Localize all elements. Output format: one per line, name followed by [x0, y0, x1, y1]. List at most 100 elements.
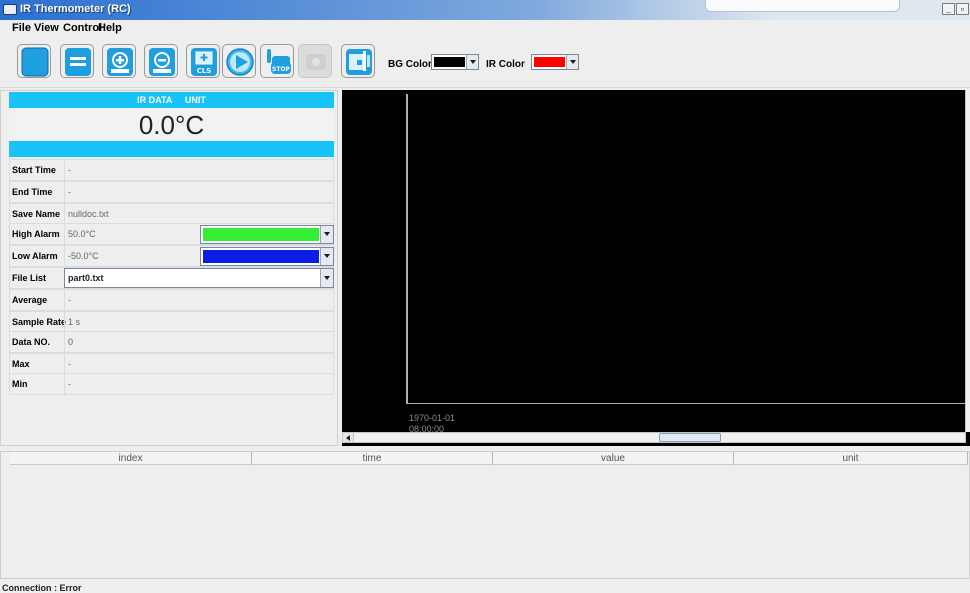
start-time-value: - — [64, 160, 334, 180]
zoom-out-button[interactable] — [144, 44, 178, 78]
sample-rate-label: Sample Rate — [12, 317, 67, 327]
disabled-tool-icon — [306, 54, 326, 70]
high-alarm-color-select[interactable] — [200, 225, 334, 244]
menu-bar: File View Control Help — [0, 20, 970, 36]
end-time-label: End Time — [12, 187, 53, 197]
max-row: Max - — [9, 353, 334, 375]
ir-data-footer-band — [9, 141, 334, 157]
column-header-index[interactable]: index — [10, 452, 252, 465]
chart-settings-button[interactable] — [341, 44, 375, 78]
low-alarm-color-swatch — [203, 250, 319, 263]
ir-color-select[interactable] — [531, 54, 579, 70]
data-table — [0, 451, 970, 579]
save-icon — [65, 48, 91, 76]
play-button[interactable] — [222, 44, 256, 78]
title-bar: IR Thermometer (RC) _ ▫ — [0, 0, 970, 20]
window-title: IR Thermometer (RC) — [20, 3, 131, 15]
column-header-value[interactable]: value — [493, 452, 734, 465]
ir-color-swatch — [534, 57, 565, 67]
column-header-unit[interactable]: unit — [734, 452, 968, 465]
chart-horizontal-scrollbar[interactable] — [342, 432, 966, 443]
start-time-label: Start Time — [12, 165, 56, 175]
max-value: - — [64, 354, 334, 374]
low-alarm-color-select[interactable] — [200, 247, 334, 266]
temperature-chart[interactable] — [342, 90, 970, 446]
zoom-in-icon — [107, 48, 133, 76]
ir-color-label: IR Color — [486, 59, 525, 70]
min-label: Min — [12, 379, 28, 389]
end-time-row: End Time - — [9, 181, 334, 203]
average-value: - — [64, 290, 334, 310]
average-label: Average — [12, 295, 48, 305]
scrollbar-thumb[interactable] — [659, 433, 721, 442]
min-value: - — [64, 374, 334, 394]
ir-data-label: IR DATA — [137, 95, 173, 105]
file-list-row: File List part0.txt — [9, 267, 334, 289]
chart-vertical-scrollbar[interactable] — [965, 90, 970, 432]
ir-data-header: IR DATA UNIT — [9, 92, 334, 108]
chart-x-tick-date: 1970-01-01 — [409, 413, 456, 423]
disabled-tool-button — [298, 44, 332, 78]
low-alarm-dropdown-arrow[interactable] — [320, 248, 333, 265]
menu-help[interactable]: Help — [98, 22, 122, 34]
chart-x-axis — [406, 403, 966, 404]
data-no-row: Data NO. 0 — [9, 331, 334, 353]
bg-color-dropdown-arrow[interactable] — [466, 55, 478, 69]
menu-control[interactable]: Control — [63, 22, 102, 34]
file-list-dropdown-arrow[interactable] — [320, 269, 333, 287]
file-list-select[interactable]: part0.txt — [64, 268, 334, 288]
data-no-value: 0 — [64, 332, 334, 352]
ir-color-dropdown-arrow[interactable] — [566, 55, 578, 69]
end-time-value: - — [64, 182, 334, 202]
file-list-value: part0.txt — [68, 273, 104, 283]
bg-color-select[interactable] — [431, 54, 479, 70]
average-row: Average - — [9, 289, 334, 311]
chevron-down-icon — [324, 254, 330, 258]
play-icon — [226, 48, 254, 76]
low-alarm-label: Low Alarm — [12, 251, 58, 261]
column-header-time[interactable]: time — [252, 452, 493, 465]
sample-rate-value: 1 s — [64, 312, 334, 332]
open-file-button[interactable] — [17, 44, 51, 78]
temperature-reading: 0.0°C — [9, 108, 334, 141]
scroll-left-button[interactable] — [343, 433, 354, 442]
save-name-label: Save Name — [12, 209, 61, 219]
data-no-label: Data NO. — [12, 337, 51, 347]
titlebar-search-box[interactable] — [705, 0, 900, 12]
sample-rate-row: Sample Rate 1 s — [9, 311, 334, 333]
clear-screen-button[interactable]: CLS — [186, 44, 220, 78]
arrow-left-icon — [346, 435, 350, 441]
high-alarm-value: 50.0°C — [64, 224, 200, 244]
low-alarm-value: -50.0°C — [64, 246, 200, 266]
maximize-button[interactable]: ▫ — [956, 3, 969, 15]
cls-label: CLS — [197, 67, 212, 75]
cls-icon: CLS — [191, 48, 217, 76]
zoom-in-button[interactable] — [102, 44, 136, 78]
save-file-button[interactable] — [60, 44, 94, 78]
unit-label: UNIT — [184, 95, 206, 105]
chart-settings-icon — [346, 49, 372, 75]
low-alarm-row: Low Alarm -50.0°C — [9, 245, 334, 267]
menu-file[interactable]: File — [12, 22, 31, 34]
app-icon — [3, 4, 17, 15]
high-alarm-label: High Alarm — [12, 229, 60, 239]
min-row: Min - — [9, 373, 334, 395]
minimize-button[interactable]: _ — [942, 3, 955, 15]
start-time-row: Start Time - — [9, 159, 334, 181]
save-name-value: nulldoc.txt — [64, 204, 334, 224]
high-alarm-row: High Alarm 50.0°C — [9, 223, 334, 245]
stop-button[interactable]: STOP — [260, 44, 294, 78]
chevron-down-icon — [570, 60, 576, 64]
menu-view[interactable]: View — [34, 22, 59, 34]
high-alarm-dropdown-arrow[interactable] — [320, 226, 333, 243]
stop-label: STOP — [272, 66, 291, 73]
stop-hand-icon: STOP — [267, 49, 291, 74]
chevron-down-icon — [470, 60, 476, 64]
save-name-row: Save Name nulldoc.txt — [9, 203, 334, 225]
zoom-out-icon — [149, 48, 175, 76]
toolbar: CLS STOP BG Color IR Color — [0, 36, 970, 88]
max-label: Max — [12, 359, 30, 369]
bg-color-swatch — [434, 57, 465, 67]
chevron-down-icon — [324, 232, 330, 236]
chart-y-axis — [406, 94, 408, 404]
